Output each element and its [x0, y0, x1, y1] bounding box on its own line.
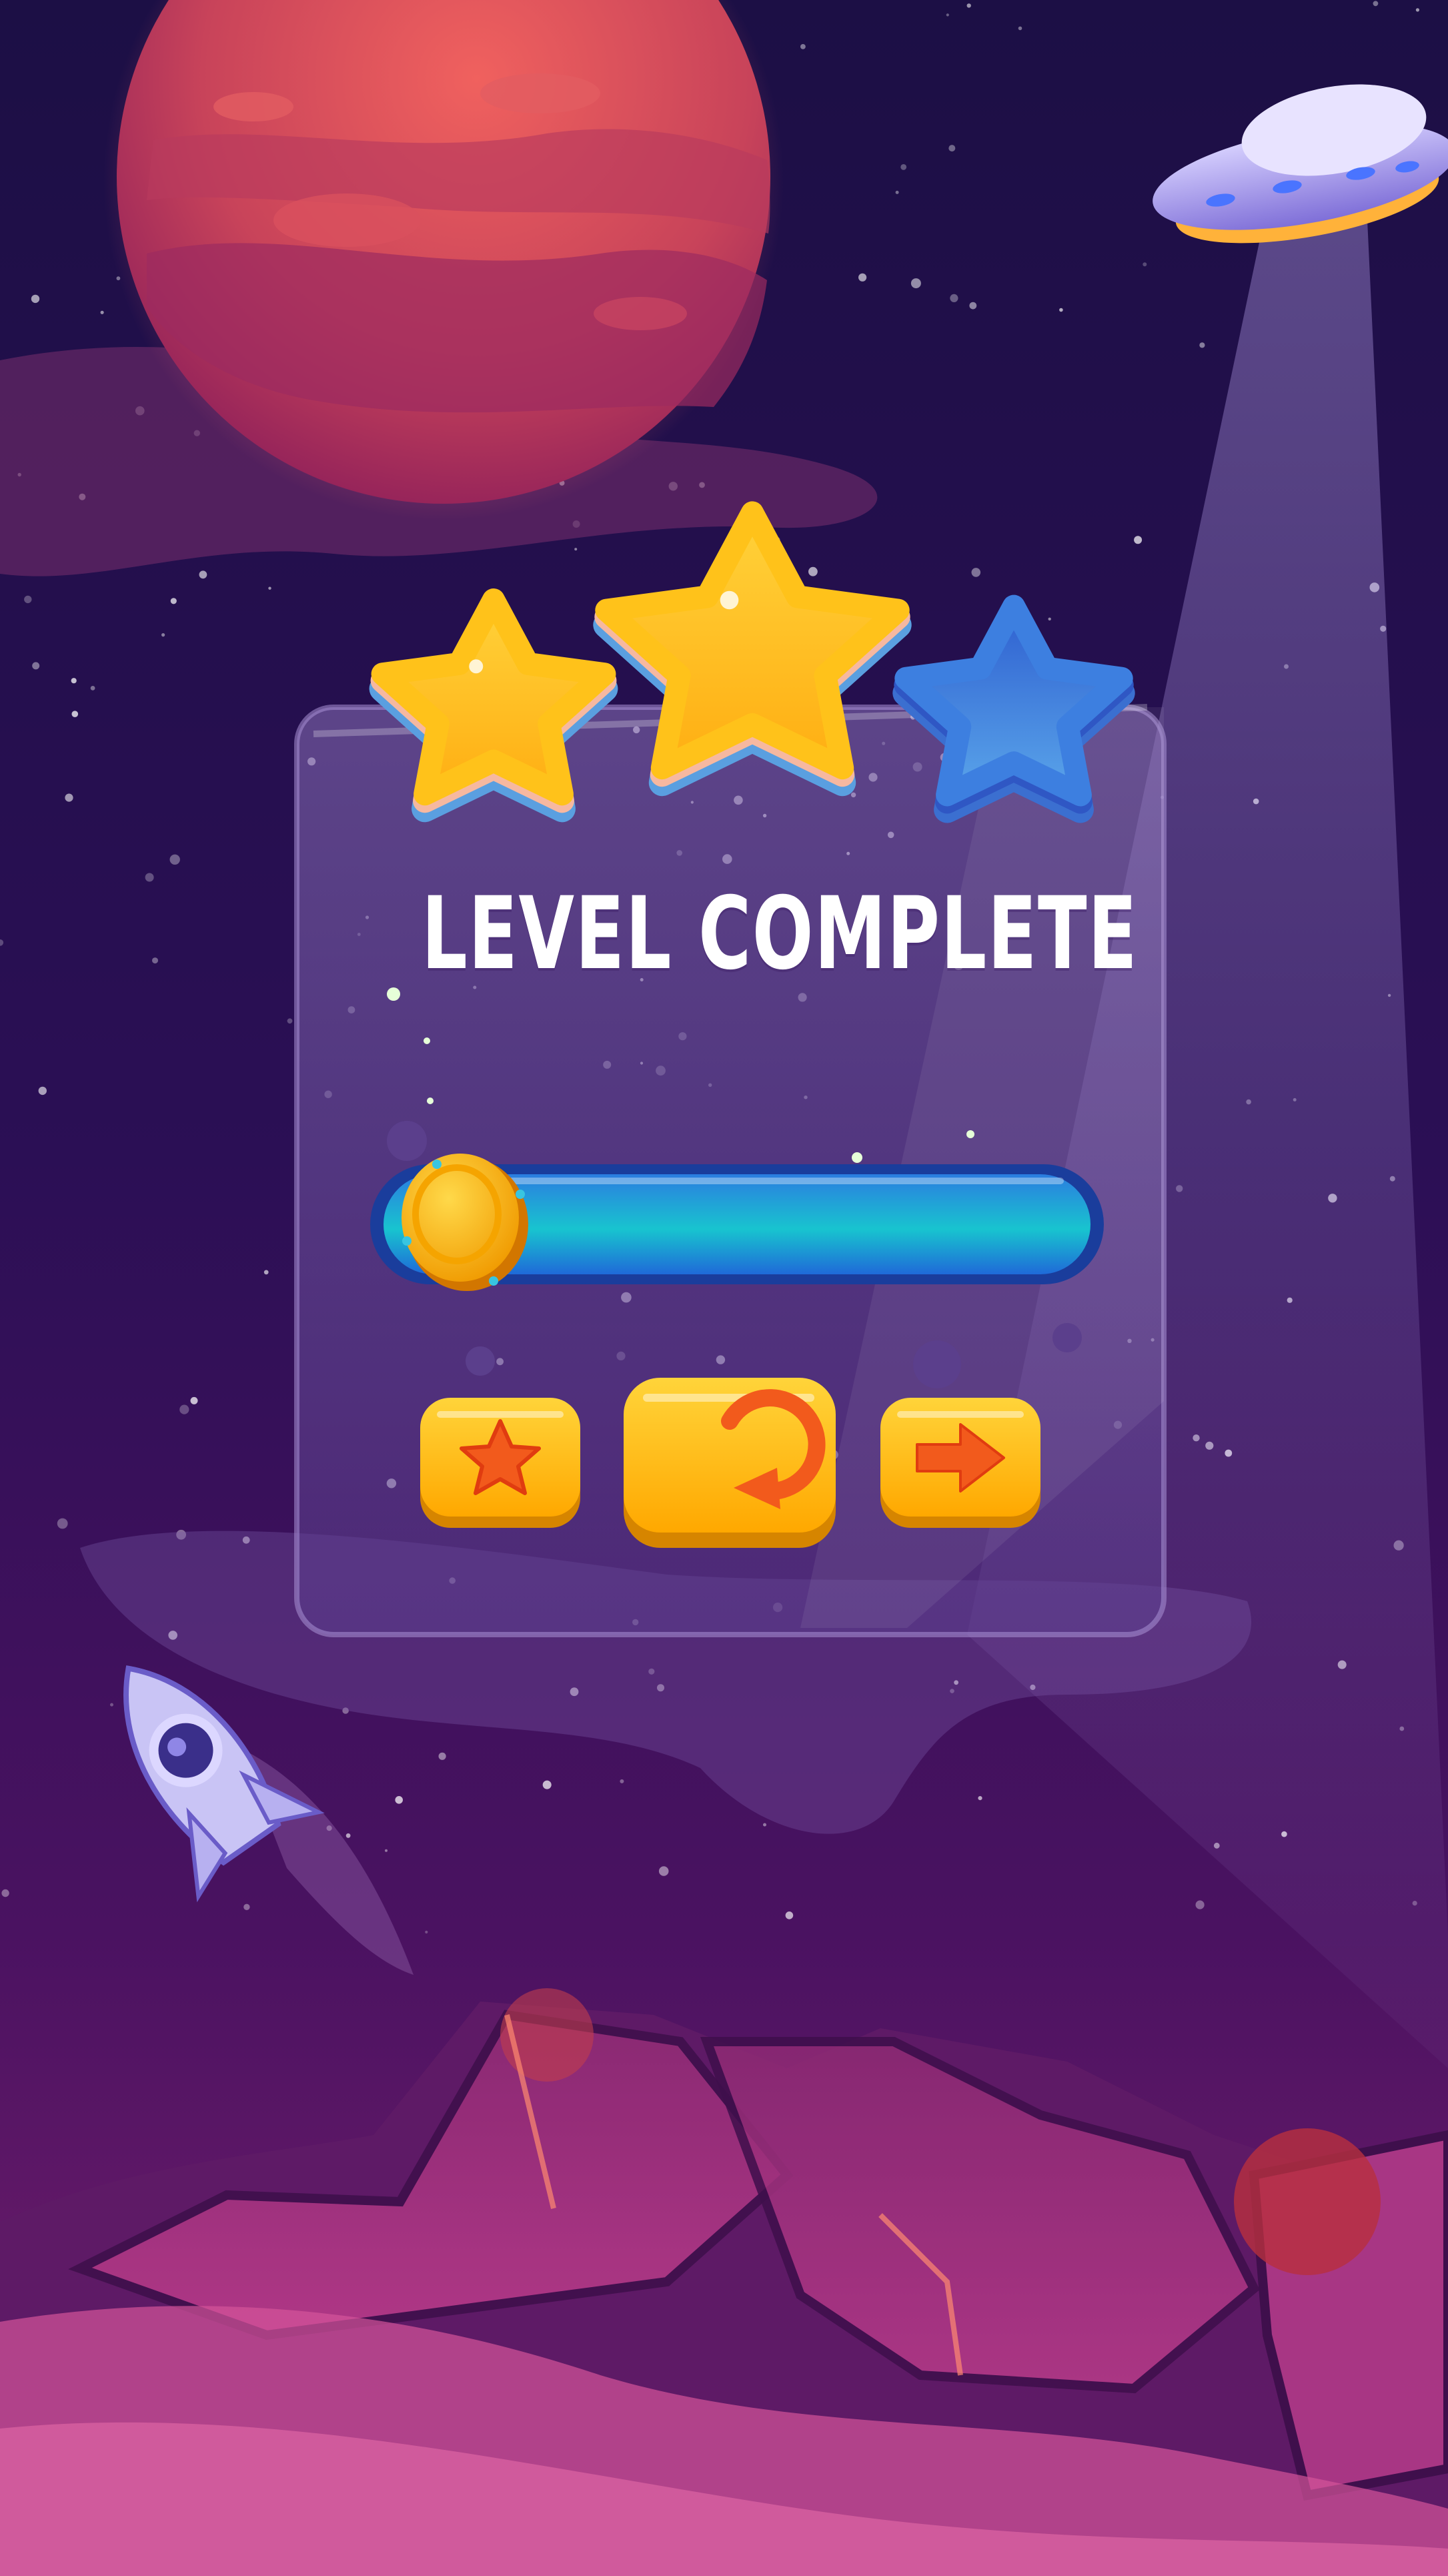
level-complete-title: LEVEL COMPLETE: [422, 876, 1139, 992]
next-level-button[interactable]: [880, 1398, 1040, 1528]
game-scene: LEVEL COMPLETE: [0, 0, 1448, 2576]
scene-artwork: [0, 0, 1448, 2576]
rate-button[interactable]: [420, 1398, 580, 1528]
replay-button[interactable]: [624, 1378, 836, 1548]
